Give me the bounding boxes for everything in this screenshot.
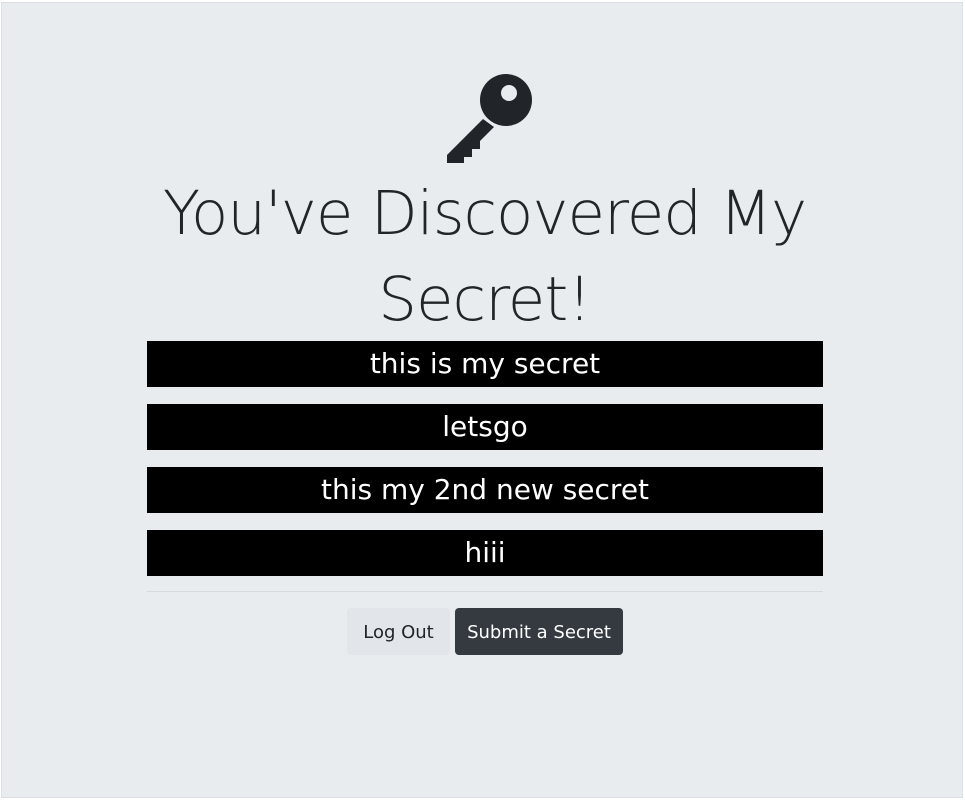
secret-item: this my 2nd new secret (147, 467, 823, 513)
divider (147, 591, 823, 592)
secret-item: this is my secret (147, 341, 823, 387)
page-container: You've Discovered My Secret! this is my … (1, 2, 963, 798)
key-icon (436, 69, 534, 165)
log-out-button[interactable]: Log Out (347, 608, 450, 655)
secret-item: hiii (147, 530, 823, 576)
submit-secret-button[interactable]: Submit a Secret (455, 608, 623, 655)
secrets-list: this is my secret letsgo this my 2nd new… (147, 341, 823, 593)
page-title: You've Discovered My Secret! (162, 178, 807, 335)
secret-item: letsgo (147, 404, 823, 450)
